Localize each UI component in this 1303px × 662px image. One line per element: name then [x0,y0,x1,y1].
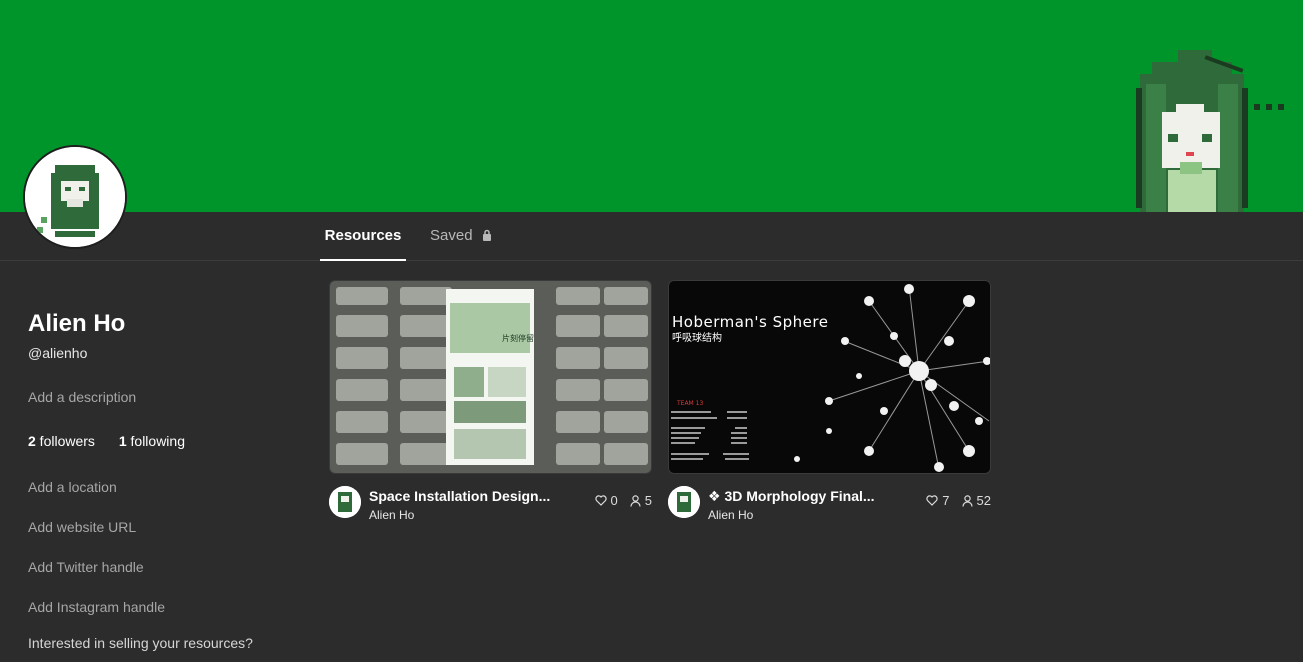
users-count: 52 [976,493,991,508]
sell-resources-prompt[interactable]: Interested in selling your resources? [28,635,253,651]
following-link[interactable]: 1 following [119,433,185,449]
thumb-title: Hoberman's Sphere [672,313,828,331]
resource-stats: 7 52 [918,493,991,508]
thumb-team: TEAM 13 [676,400,703,407]
tab-saved[interactable]: Saved [430,212,492,260]
tab-resources[interactable]: Resources [320,212,406,261]
profile-banner [0,0,1303,212]
resource-title[interactable]: ❖ 3D Morphology Final... [708,488,875,505]
author-avatar[interactable] [329,486,361,518]
author-avatar-icon [329,486,361,518]
profile-handle: @alienho [28,345,88,361]
profile-tabs: Resources Saved [0,212,1303,261]
likes-stat[interactable]: 0 [594,493,618,508]
followers-label: followers [35,433,95,449]
user-icon [630,494,641,507]
followers-count: 2 [28,433,36,449]
add-description-link[interactable]: Add a description [28,389,136,405]
following-count: 1 [118,433,127,449]
resource-author[interactable]: Alien Ho [708,508,753,522]
likes-count: 7 [942,493,950,508]
heart-icon [926,495,938,506]
profile-avatar[interactable] [23,145,127,249]
follow-stats: 2 followers 1 following [28,433,185,449]
lock-icon [482,229,491,242]
tab-resources-label: Resources [324,227,402,244]
likes-stat[interactable]: 7 [926,493,950,508]
user-icon [961,494,973,507]
following-label: following [126,433,186,449]
author-avatar[interactable] [668,486,700,518]
resource-title[interactable]: Space Installation Design... [369,488,550,504]
add-location-link[interactable]: Add a location [28,479,117,495]
followers-link[interactable]: 2 followers [28,433,95,449]
thumb-subtitle: 呼吸球结构 [672,331,722,344]
tab-saved-label: Saved [430,227,473,244]
add-twitter-link[interactable]: Add Twitter handle [28,559,144,575]
likes-count: 0 [610,493,618,508]
add-instagram-link[interactable]: Add Instagram handle [28,599,165,615]
users-stat: 52 [961,493,991,508]
resource-stats: 0 5 [587,493,652,508]
resource-thumbnail[interactable]: 片刻停留 [329,280,652,474]
users-count: 5 [644,493,652,508]
heart-icon [594,495,607,506]
users-stat: 5 [630,493,652,508]
resource-card: 片刻停留 Space Installation Design... Alien … [329,280,652,526]
author-avatar-icon [668,486,700,518]
resource-card: Hoberman's Sphere 呼吸球结构 TEAM 13 ❖ 3D Mor… [668,280,991,526]
profile-name: Alien Ho [28,310,126,337]
add-website-link[interactable]: Add website URL [28,519,136,535]
thumb-text: 片刻停留 [502,333,534,343]
pixel-character-art [1136,50,1284,212]
resource-thumbnail[interactable]: Hoberman's Sphere 呼吸球结构 TEAM 13 [668,280,991,474]
slide-grid-preview: 片刻停留 [330,281,651,473]
hoberman-sphere-preview: Hoberman's Sphere 呼吸球结构 TEAM 13 [669,281,990,473]
avatar-pixel-icon [25,147,125,247]
resource-author[interactable]: Alien Ho [369,508,414,522]
